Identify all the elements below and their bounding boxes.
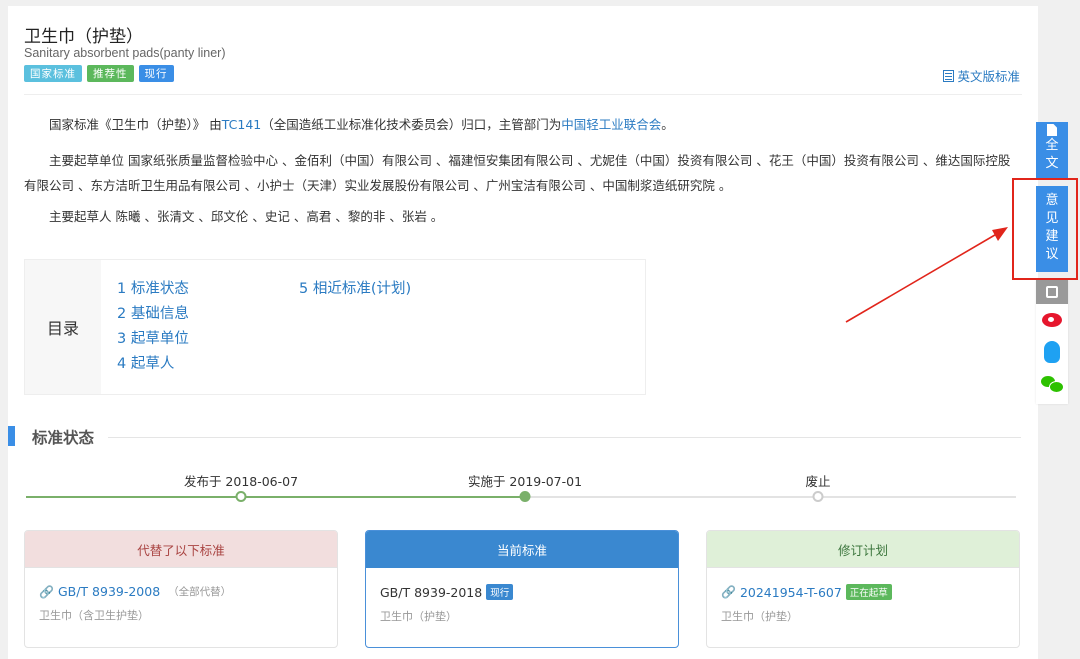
weibo-icon: [1042, 313, 1062, 327]
status-badges: 国家标准 推荐性 现行: [24, 65, 174, 82]
section-divider: [108, 437, 1021, 438]
intro-text-end: 。: [661, 117, 674, 132]
status-badge: 现行: [486, 584, 514, 600]
intro-text: 国家标准《卫生巾（护垫）》 由: [49, 117, 222, 132]
intro-paragraph-governance: 国家标准《卫生巾（护垫）》 由TC141（全国造纸工业标准化技术委员会）归口，主…: [24, 112, 1014, 137]
wechat-icon: [1041, 376, 1064, 393]
toc-label: 目录: [25, 260, 101, 394]
card-header: 修订计划: [707, 531, 1019, 568]
timeline-progress: [26, 496, 526, 498]
replace-note: （全部代替）: [168, 586, 232, 598]
card-description: 卫生巾（含卫生护垫）: [39, 609, 149, 622]
timeline-label-published: 发布于 2018-06-07: [183, 474, 299, 489]
tc-link[interactable]: TC141: [222, 117, 262, 132]
badge-national-standard: 国家标准: [24, 65, 82, 82]
document-icon: [943, 69, 955, 82]
qq-share-button[interactable]: [1036, 336, 1068, 368]
card-description: 卫生巾（护垫）: [721, 610, 798, 623]
english-version-link[interactable]: 英文版标准: [943, 66, 1020, 85]
timeline-label-implemented: 实施于 2019-07-01: [467, 474, 583, 489]
full-text-button[interactable]: 全文: [1036, 122, 1068, 178]
toc-item-similar-standards[interactable]: 5 相近标准(计划): [299, 277, 411, 298]
toc-item-basic-info[interactable]: 2 基础信息: [117, 302, 189, 323]
section-accent-bar: [8, 426, 15, 446]
status-section-header: 标准状态: [8, 426, 1021, 448]
wechat-share-button[interactable]: [1036, 368, 1068, 400]
annotation-highlight-box: [1012, 178, 1078, 280]
toc-links: 1 标准状态 2 基础信息 3 起草单位 4 起草人 5 相近标准(计划): [101, 260, 645, 394]
standard-detail-page: 卫生巾（护垫） Sanitary absorbent pads(panty li…: [8, 6, 1038, 659]
section-title: 标准状态: [32, 429, 95, 447]
revision-plan-link[interactable]: 20241954-T-607: [740, 585, 842, 600]
intro-paragraph-drafting-units: 主要起草单位 国家纸张质量监督检验中心 、金佰利（中国）有限公司 、福建恒安集团…: [24, 153, 1011, 193]
current-standard-code: GB/T 8939-2018: [380, 584, 483, 600]
timeline-dot-implemented: [519, 491, 531, 502]
toc-item-drafting-units[interactable]: 3 起草单位: [117, 327, 189, 348]
header-divider: [24, 94, 1022, 95]
replaced-standards-card: 代替了以下标准 🔗 GB/T 8939-2008 （全部代替） 卫生巾（含卫生护…: [24, 530, 338, 648]
english-version-label: 英文版标准: [957, 69, 1020, 84]
weibo-share-button[interactable]: [1036, 304, 1068, 336]
card-header: 当前标准: [366, 531, 678, 568]
status-timeline: 发布于 2018-06-07 实施于 2019-07-01 废止: [26, 468, 1016, 508]
timeline-dot-abolished: [812, 491, 824, 502]
timeline-label-abolished: 废止: [805, 474, 831, 489]
status-badge: 正在起草: [845, 584, 892, 600]
link-icon: 🔗: [721, 585, 736, 599]
current-standard-card: 当前标准 GB/T 8939-2018 现行 卫生巾（护垫）: [365, 530, 679, 648]
badge-current: 现行: [138, 65, 174, 82]
timeline-dot-published: [235, 491, 247, 502]
toc-item-drafters[interactable]: 4 起草人: [117, 352, 174, 373]
badge-recommended: 推荐性: [87, 65, 134, 82]
card-header: 代替了以下标准: [25, 531, 337, 568]
table-of-contents: 目录 1 标准状态 2 基础信息 3 起草单位 4 起草人 5 相近标准(计划): [24, 259, 646, 395]
share-icon: [1046, 286, 1058, 298]
page-subtitle: Sanitary absorbent pads(panty liner): [24, 46, 226, 60]
page-title: 卫生巾（护垫）: [24, 27, 143, 47]
share-panel: [1036, 280, 1068, 404]
department-link[interactable]: 中国轻工业联合会: [561, 117, 661, 132]
toc-item-status[interactable]: 1 标准状态: [117, 277, 189, 298]
replaced-standard-link[interactable]: GB/T 8939-2008: [58, 584, 160, 599]
full-text-label: 全文: [1045, 138, 1059, 171]
link-icon: 🔗: [39, 584, 54, 599]
intro-text-mid: （全国造纸工业标准化技术委员会）归口，主管部门为: [261, 117, 562, 132]
qq-icon: [1044, 341, 1060, 363]
annotation-arrow: [845, 227, 1008, 323]
card-description: 卫生巾（护垫）: [380, 610, 457, 623]
share-button[interactable]: [1036, 280, 1068, 304]
file-icon: [1047, 124, 1057, 136]
revision-plan-card: 修订计划 🔗 20241954-T-607 正在起草 卫生巾（护垫）: [706, 530, 1020, 648]
